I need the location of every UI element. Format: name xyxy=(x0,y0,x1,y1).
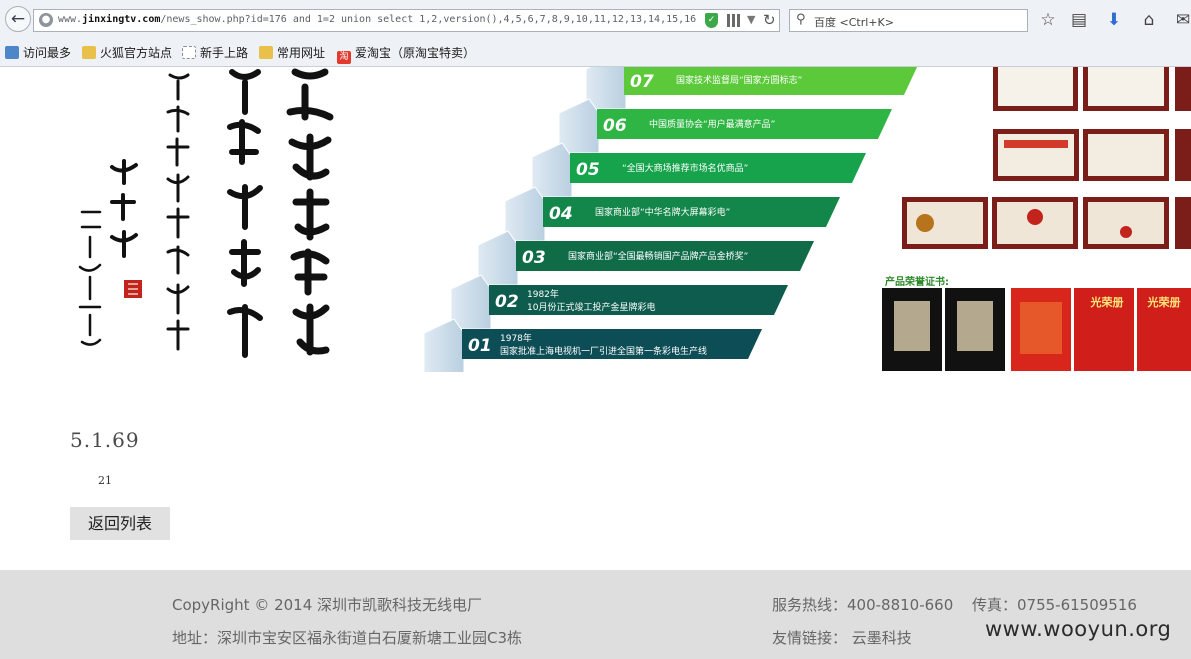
step-number: 02 xyxy=(495,292,519,312)
step-number: 06 xyxy=(603,116,627,136)
bookmark-common-sites[interactable]: 常用网址 xyxy=(259,44,325,62)
step-cube xyxy=(477,230,519,286)
back-to-list-button[interactable]: 返回列表 xyxy=(70,507,170,540)
footer-friend-links[interactable]: 友情链接： 云墨科技 xyxy=(772,627,912,648)
step-label: 中国质量协会“用户最满意产品” xyxy=(649,118,775,130)
page-footer: CopyRight © 2014 深圳市凯歌科技无线电厂 地址：深圳市宝安区福永… xyxy=(0,570,1191,659)
certificate-gallery: 产品荣誉证书: 光荣册 光荣册 xyxy=(880,67,1191,372)
back-arrow-icon[interactable]: ← xyxy=(5,6,31,32)
step-number: 04 xyxy=(549,204,573,224)
watermark: www.wooyun.org xyxy=(985,617,1172,641)
footer-fax: 传真：0755-61509516 xyxy=(972,596,1137,614)
chat-icon[interactable]: ✉ xyxy=(1172,9,1191,31)
step-cube xyxy=(531,142,573,198)
footer-address: 地址：深圳市宝安区福永街道白石厦新塘工业园C3栋 xyxy=(172,629,523,647)
step-cube xyxy=(504,186,546,242)
red-book-label: 光荣册 xyxy=(1090,296,1124,309)
folder-icon xyxy=(82,46,96,59)
step-cube xyxy=(423,318,465,372)
bookmark-star-icon[interactable]: ☆ xyxy=(1037,9,1059,31)
step-number: 03 xyxy=(522,248,546,268)
shield-icon[interactable]: ✓ xyxy=(705,13,718,28)
address-bar[interactable]: ● www.jinxingtv.com/news_show.php?id=176… xyxy=(33,9,780,32)
bookmark-getting-started[interactable]: 新手上路 xyxy=(182,44,248,62)
step-number: 01 xyxy=(468,336,492,356)
step-year: 1978年 xyxy=(500,332,532,344)
bookmark-most-visited[interactable]: 访问最多 xyxy=(5,44,71,62)
calligraphy-artwork xyxy=(78,68,334,358)
step-cube xyxy=(558,98,600,154)
company-banner: 07 国家技术监督局“国家方圆标志” 06 中国质量协会“用户最满意产品” 05 “全国大… xyxy=(0,67,1191,372)
qr-code-icon[interactable] xyxy=(727,14,740,27)
footer-copyright: CopyRight © 2014 深圳市凯歌科技无线电厂 xyxy=(172,596,483,614)
step-label: 国家技术监督局“国家方圆标志” xyxy=(676,74,802,86)
footer-hotline: 服务热线：400-8810-660 xyxy=(772,596,954,614)
article-body: 21 xyxy=(98,474,112,487)
home-icon[interactable]: ⌂ xyxy=(1138,9,1160,31)
bookmark-taobao[interactable]: 淘爱淘宝（原淘宝特卖） xyxy=(337,44,475,64)
step-label: 10月份正式竣工投产金星牌彩电 xyxy=(527,301,655,313)
step-label: “全国大商场推荐市场名优商品” xyxy=(622,162,748,174)
folder-icon xyxy=(259,46,273,59)
search-input[interactable]: 百度 <Ctrl+K> xyxy=(814,14,894,30)
chevron-down-icon[interactable]: ▼ xyxy=(747,13,755,26)
bookmarks-bar: 访问最多 火狐官方站点 新手上路 常用网址 淘爱淘宝（原淘宝特卖） xyxy=(0,40,1191,67)
url-text[interactable]: www.jinxingtv.com/news_show.php?id=176 a… xyxy=(58,14,698,25)
page-icon xyxy=(182,46,196,59)
bookmark-firefox-site[interactable]: 火狐官方站点 xyxy=(82,44,172,62)
download-icon[interactable]: ⬇ xyxy=(1103,9,1125,31)
reading-list-icon[interactable]: ▤ xyxy=(1068,9,1090,31)
step-year: 1982年 xyxy=(527,288,559,300)
search-icon: ⚲ xyxy=(796,12,806,27)
step-number: 07 xyxy=(630,72,654,92)
browser-toolbar: ← ● www.jinxingtv.com/news_show.php?id=1… xyxy=(0,0,1191,41)
taobao-icon: 淘 xyxy=(337,51,351,64)
step-cube xyxy=(450,274,492,330)
most-visited-icon xyxy=(5,46,19,59)
red-book-label: 光荣册 xyxy=(1147,296,1181,309)
step-label: 国家商业部“全国最畅销国产品牌产品金桥奖” xyxy=(568,250,748,262)
search-bar[interactable]: ⚲ 百度 <Ctrl+K> xyxy=(789,9,1028,32)
certificate-images xyxy=(882,67,1191,371)
article-title: 5.1.69 xyxy=(70,428,140,452)
honor-timeline-staircase: 07 国家技术监督局“国家方圆标志” 06 中国质量协会“用户最满意产品” 05 “全国大… xyxy=(423,67,918,372)
step-label: 国家商业部“中华名牌大屏幕彩电” xyxy=(595,206,730,218)
step-number: 05 xyxy=(576,160,600,180)
globe-icon: ● xyxy=(39,13,53,27)
reload-icon[interactable]: ↻ xyxy=(763,11,776,29)
step-label: 国家批准上海电视机一厂引进全国第一条彩电生产线 xyxy=(500,345,707,357)
certificate-title: 产品荣誉证书: xyxy=(885,277,949,288)
